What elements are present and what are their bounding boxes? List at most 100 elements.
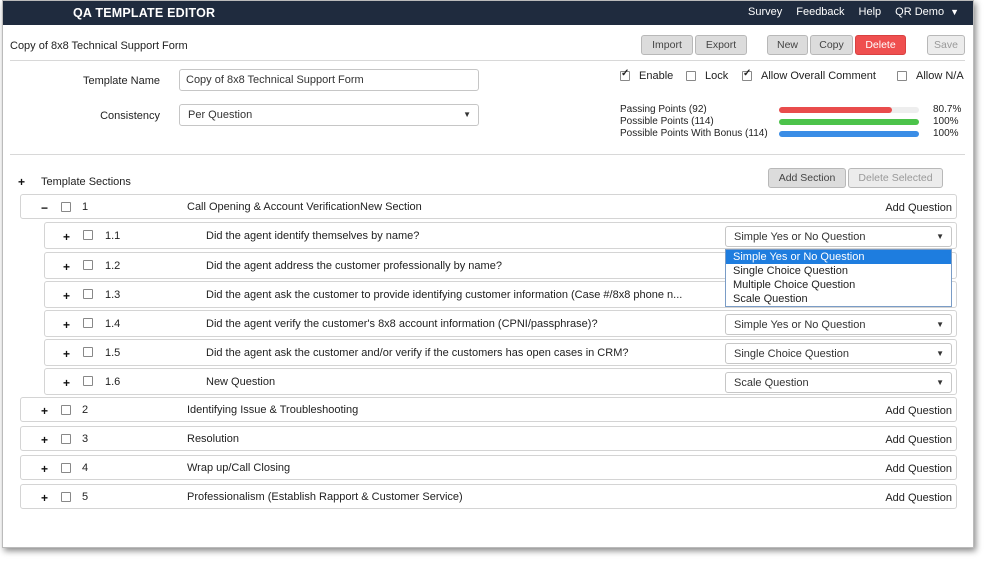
chevron-down-icon: ▼ xyxy=(936,232,944,241)
section-title: Professionalism (Establish Rapport & Cus… xyxy=(187,491,463,503)
question-checkbox[interactable] xyxy=(83,376,93,386)
bonus-points-percent: 100% xyxy=(933,128,959,139)
question-checkbox[interactable] xyxy=(83,260,93,270)
question-text: Did the agent address the customer profe… xyxy=(206,260,502,272)
passing-points-bar xyxy=(779,107,919,113)
add-question-button[interactable]: Add Question xyxy=(885,434,952,446)
question-checkbox[interactable] xyxy=(83,230,93,240)
expand-icon[interactable]: + xyxy=(41,462,48,476)
section-number: 2 xyxy=(82,404,89,416)
section-row[interactable]: − 1 Call Opening & Account VerificationN… xyxy=(20,194,957,219)
section-checkbox[interactable] xyxy=(61,202,71,212)
section-checkbox[interactable] xyxy=(61,434,71,444)
section-number: 1 xyxy=(82,201,89,213)
collapse-icon[interactable]: − xyxy=(41,201,48,215)
section-checkbox[interactable] xyxy=(61,492,71,502)
section-checkbox[interactable] xyxy=(61,405,71,415)
allow-overall-comment-checkbox[interactable] xyxy=(742,68,752,81)
section-row[interactable]: + 4 Wrap up/Call Closing Add Question xyxy=(20,455,957,480)
allow-na-label: Allow N/A xyxy=(916,70,964,82)
delete-button[interactable]: Delete xyxy=(855,35,906,55)
section-row[interactable]: + 3 Resolution Add Question xyxy=(20,426,957,451)
expand-icon[interactable]: + xyxy=(63,318,70,332)
nav-user-menu[interactable]: QR Demo ▼ xyxy=(895,6,959,18)
add-section-button[interactable]: Add Section xyxy=(768,168,846,188)
nav-help[interactable]: Help xyxy=(859,6,882,18)
question-text: Did the agent identify themselves by nam… xyxy=(206,230,420,242)
top-nav-bar: QA TEMPLATE EDITOR Survey Feedback Help … xyxy=(3,1,973,25)
allow-na-checkbox[interactable] xyxy=(897,71,907,81)
dropdown-option[interactable]: Scale Question xyxy=(726,292,951,306)
consistency-label: Consistency xyxy=(100,110,160,122)
expand-icon[interactable]: + xyxy=(63,376,70,390)
expand-all-icon[interactable]: + xyxy=(18,175,25,189)
question-checkbox[interactable] xyxy=(83,347,93,357)
allow-overall-comment-option[interactable]: Allow Overall Comment xyxy=(742,68,876,82)
question-type-select[interactable]: Simple Yes or No Question ▼ xyxy=(725,226,952,247)
question-row[interactable]: + 1.6 New Question Scale Question ▼ xyxy=(44,368,957,395)
question-type-select[interactable]: Simple Yes or No Question ▼ xyxy=(725,314,952,335)
question-type-select[interactable]: Scale Question ▼ xyxy=(725,372,952,393)
question-type-dropdown: Simple Yes or No Question Single Choice … xyxy=(725,249,952,307)
passing-points-fill xyxy=(779,107,892,113)
question-type-value: Simple Yes or No Question xyxy=(734,231,866,243)
expand-icon[interactable]: + xyxy=(63,230,70,244)
question-text: Did the agent ask the customer and/or ve… xyxy=(206,347,629,359)
import-button[interactable]: Import xyxy=(641,35,693,55)
question-row[interactable]: + 1.5 Did the agent ask the customer and… xyxy=(44,339,957,366)
nav-survey[interactable]: Survey xyxy=(748,6,782,18)
enable-checkbox[interactable] xyxy=(620,68,630,81)
dropdown-option[interactable]: Single Choice Question xyxy=(726,264,951,278)
delete-selected-button[interactable]: Delete Selected xyxy=(848,168,943,188)
question-number: 1.6 xyxy=(105,376,121,388)
question-type-value: Simple Yes or No Question xyxy=(734,319,866,331)
consistency-select[interactable]: Per Question ▼ xyxy=(179,104,479,126)
chevron-down-icon: ▼ xyxy=(936,320,944,329)
expand-icon[interactable]: + xyxy=(63,289,70,303)
copy-button[interactable]: Copy xyxy=(810,35,853,55)
expand-icon[interactable]: + xyxy=(41,404,48,418)
export-button[interactable]: Export xyxy=(695,35,747,55)
template-name-input[interactable]: Copy of 8x8 Technical Support Form xyxy=(179,69,479,91)
section-title: Resolution xyxy=(187,433,239,445)
nav-feedback[interactable]: Feedback xyxy=(796,6,844,18)
question-text: New Question xyxy=(206,376,276,388)
section-row[interactable]: + 2 Identifying Issue & Troubleshooting … xyxy=(20,397,957,422)
expand-icon[interactable]: + xyxy=(63,347,70,361)
question-number: 1.2 xyxy=(105,260,121,272)
lock-checkbox[interactable] xyxy=(686,71,696,81)
dropdown-option[interactable]: Simple Yes or No Question xyxy=(726,250,951,264)
lock-option[interactable]: Lock xyxy=(686,70,728,82)
allow-na-option[interactable]: Allow N/A xyxy=(897,70,964,82)
add-question-button[interactable]: Add Question xyxy=(885,492,952,504)
save-button[interactable]: Save xyxy=(927,35,965,55)
expand-icon[interactable]: + xyxy=(41,491,48,505)
passing-points-label: Passing Points (92) xyxy=(620,104,707,115)
expand-icon[interactable]: + xyxy=(63,260,70,274)
enable-option[interactable]: Enable xyxy=(620,68,673,82)
question-type-select[interactable]: Single Choice Question ▼ xyxy=(725,343,952,364)
possible-points-bar xyxy=(779,119,919,125)
question-text: Did the agent ask the customer to provid… xyxy=(206,289,683,301)
expand-icon[interactable]: + xyxy=(41,433,48,447)
bonus-points-bar xyxy=(779,131,919,137)
question-checkbox[interactable] xyxy=(83,318,93,328)
form-title: Copy of 8x8 Technical Support Form xyxy=(10,40,188,52)
question-number: 1.3 xyxy=(105,289,121,301)
bonus-points-label: Possible Points With Bonus (114) xyxy=(620,128,768,139)
chevron-down-icon: ▼ xyxy=(463,110,471,119)
dropdown-option[interactable]: Multiple Choice Question xyxy=(726,278,951,292)
template-name-label: Template Name xyxy=(82,75,160,87)
section-row[interactable]: + 5 Professionalism (Establish Rapport &… xyxy=(20,484,957,509)
new-button[interactable]: New xyxy=(767,35,808,55)
question-row[interactable]: + 1.4 Did the agent verify the customer'… xyxy=(44,310,957,337)
user-menu-label: QR Demo xyxy=(895,6,945,18)
question-number: 1.5 xyxy=(105,347,121,359)
question-row[interactable]: + 1.1 Did the agent identify themselves … xyxy=(44,222,957,249)
section-number: 4 xyxy=(82,462,89,474)
add-question-button[interactable]: Add Question xyxy=(885,463,952,475)
question-checkbox[interactable] xyxy=(83,289,93,299)
section-checkbox[interactable] xyxy=(61,463,71,473)
add-question-button[interactable]: Add Question xyxy=(885,405,952,417)
add-question-button[interactable]: Add Question xyxy=(885,202,952,214)
